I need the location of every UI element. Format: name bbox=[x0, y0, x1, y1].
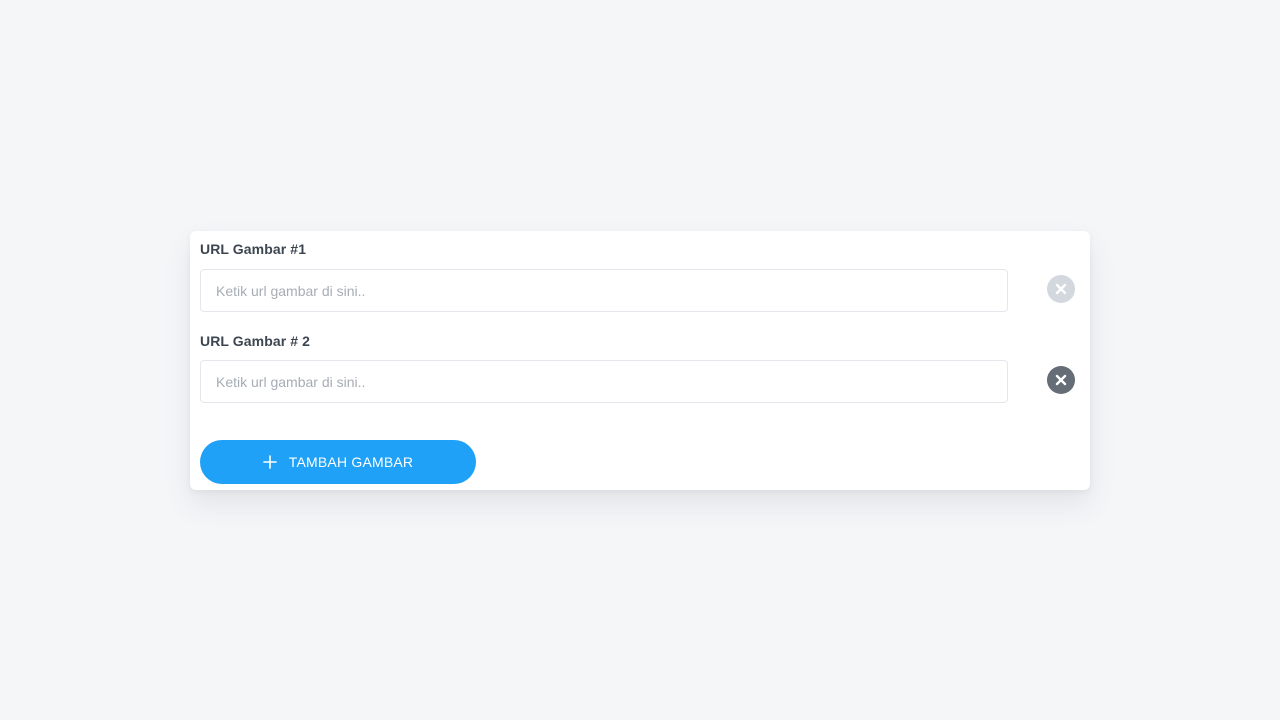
close-icon bbox=[1055, 374, 1067, 386]
image-url-form: URL Gambar #1 URL Gambar # 2 TAMBAH GAMB… bbox=[190, 231, 1090, 490]
image-url-input-2[interactable] bbox=[200, 360, 1008, 403]
field-label-image-2: URL Gambar # 2 bbox=[200, 333, 311, 349]
image-url-input-1[interactable] bbox=[200, 269, 1008, 312]
add-image-button-label: TAMBAH GAMBAR bbox=[288, 454, 414, 470]
remove-image-2-button[interactable] bbox=[1047, 366, 1075, 394]
remove-image-1-button[interactable] bbox=[1047, 275, 1075, 303]
add-image-button[interactable]: TAMBAH GAMBAR bbox=[200, 440, 476, 484]
plus-icon bbox=[262, 455, 277, 469]
field-label-image-1: URL Gambar #1 bbox=[200, 241, 307, 257]
close-icon bbox=[1055, 283, 1067, 295]
